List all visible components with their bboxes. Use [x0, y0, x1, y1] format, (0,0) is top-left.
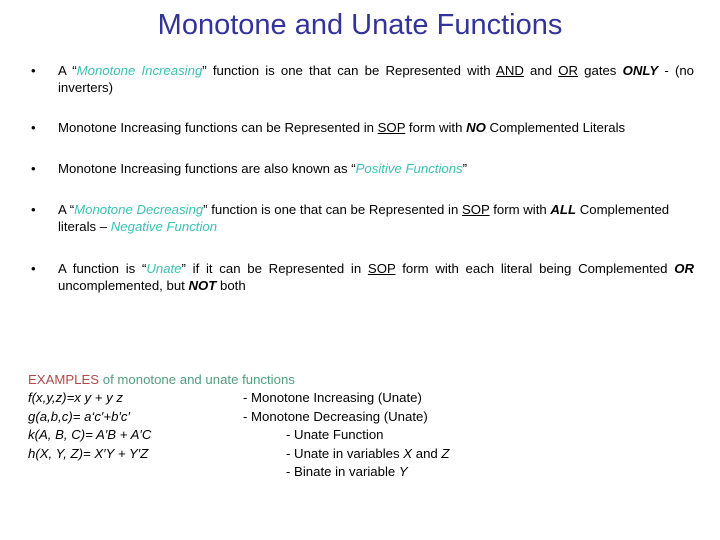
examples-block: EXAMPLES of monotone and unate functions…	[28, 371, 698, 481]
run-plain: A “	[58, 63, 77, 78]
example-row: k(A, B, C)= A′B + A′C - Unate Function	[28, 426, 698, 444]
example-note-h-mid: and	[412, 445, 442, 461]
bullet-marker-icon: •	[31, 161, 36, 176]
run-plain: and	[523, 63, 559, 78]
example-note-h: - Unate in variables X and Z	[286, 445, 449, 463]
bullet-marker-icon: •	[31, 202, 36, 217]
examples-heading-rest: of monotone and unate functions	[99, 372, 295, 387]
bullet-item-3-text: Monotone Increasing functions are also k…	[58, 160, 694, 177]
run-underline-and: AND	[496, 63, 524, 78]
example-note-binate: - Binate in variable Y	[286, 463, 408, 481]
example-note-h-var1: X	[403, 445, 413, 461]
bullet-item-4-text: A “Monotone Decreasing” function is one …	[58, 201, 694, 235]
example-note-f: - Monotone Increasing (Unate)	[243, 390, 422, 406]
run-plain: uncomplemented, but	[58, 278, 189, 293]
bullet-item-2: • Monotone Increasing functions can be R…	[26, 119, 694, 136]
example-formula-f: f(x,y,z)=x y + y z	[28, 390, 124, 406]
bullet-item-1: • A “Monotone Increasing” function is on…	[26, 62, 694, 96]
run-emphasis-negative-function: Negative Function	[110, 219, 218, 234]
run-plain: form with	[405, 120, 467, 135]
run-underline-sop: SOP	[377, 120, 406, 135]
example-note-h-prefix: - Unate in variables	[286, 445, 404, 461]
example-note-g: - Monotone Decreasing (Unate)	[243, 408, 428, 424]
run-bold-or: OR	[674, 261, 695, 276]
run-plain: ” if it can be Represented in	[181, 261, 368, 276]
slide-canvas: Monotone and Unate Functions • A “Monoto…	[0, 0, 720, 540]
run-plain: A function is “	[58, 261, 147, 276]
run-plain: ” function is one that can be Represente…	[202, 63, 497, 78]
example-note-h-var2: Z	[441, 445, 450, 461]
run-plain: form with	[489, 202, 551, 217]
run-plain: ” function is one that can be Represente…	[203, 202, 462, 217]
example-note-binate-prefix: - Binate in variable	[286, 463, 399, 479]
run-emphasis-unate: Unate	[146, 261, 182, 276]
run-underline-sop: SOP	[367, 261, 396, 276]
bullet-item-5-text: A function is “Unate” if it can be Repre…	[58, 260, 694, 294]
run-plain: Monotone Increasing functions are also k…	[58, 161, 356, 176]
run-plain: gates	[577, 63, 623, 78]
run-plain: Monotone Increasing functions can be Rep…	[58, 120, 378, 135]
run-emphasis-positive-functions: Positive Functions	[355, 161, 463, 176]
example-row: g(a,b,c)= a‘c′+b′c′ - Monotone Decreasin…	[28, 408, 698, 426]
run-bold-all: ALL	[550, 202, 577, 217]
run-plain: A “	[58, 202, 75, 217]
run-emphasis-monotone-decreasing: Monotone Decreasing	[74, 202, 204, 217]
examples-heading: EXAMPLES of monotone and unate functions	[28, 371, 698, 389]
run-plain: Complemented Literals	[485, 120, 626, 135]
example-row: h(X, Y, Z)= X′Y + Y′Z - Unate in variabl…	[28, 445, 698, 463]
bullet-item-1-text: A “Monotone Increasing” function is one …	[58, 62, 694, 96]
run-bold-no: NO	[466, 120, 486, 135]
run-bold-only: ONLY	[622, 63, 659, 78]
bullet-item-5: • A function is “Unate” if it can be Rep…	[26, 260, 694, 294]
bullet-item-3: • Monotone Increasing functions are also…	[26, 160, 694, 177]
example-formula-k: k(A, B, C)= A′B + A′C	[28, 427, 152, 443]
run-underline-sop: SOP	[461, 202, 490, 217]
example-note-binate-var: Y	[398, 463, 408, 479]
example-formula-g: g(a,b,c)= a‘c′+b′c′	[28, 408, 130, 424]
run-emphasis-monotone-increasing: Monotone Increasing	[76, 63, 203, 78]
bullet-item-2-text: Monotone Increasing functions can be Rep…	[58, 119, 694, 136]
bullet-marker-icon: •	[31, 63, 36, 78]
examples-heading-text: EXAMPLES of monotone and unate functions	[28, 371, 295, 389]
example-note-k: - Unate Function	[286, 427, 384, 443]
bullet-item-4: • A “Monotone Decreasing” function is on…	[26, 201, 694, 235]
run-plain: both	[216, 278, 246, 293]
run-plain: form with each literal being Complemente…	[395, 261, 675, 276]
bullet-marker-icon: •	[31, 120, 36, 135]
bullet-marker-icon: •	[31, 261, 36, 276]
bullet-list: • A “Monotone Increasing” function is on…	[26, 62, 694, 294]
example-row: - Binate in variable Y	[28, 463, 698, 481]
page-title: Monotone and Unate Functions	[157, 9, 563, 41]
run-plain: ”	[462, 161, 468, 176]
example-row: f(x,y,z)=x y + y z - Monotone Increasing…	[28, 389, 698, 407]
run-underline-or: OR	[558, 63, 578, 78]
run-bold-not: NOT	[188, 278, 217, 293]
examples-keyword: EXAMPLES	[28, 372, 100, 387]
example-formula-h: h(X, Y, Z)= X′Y + Y′Z	[28, 445, 149, 461]
